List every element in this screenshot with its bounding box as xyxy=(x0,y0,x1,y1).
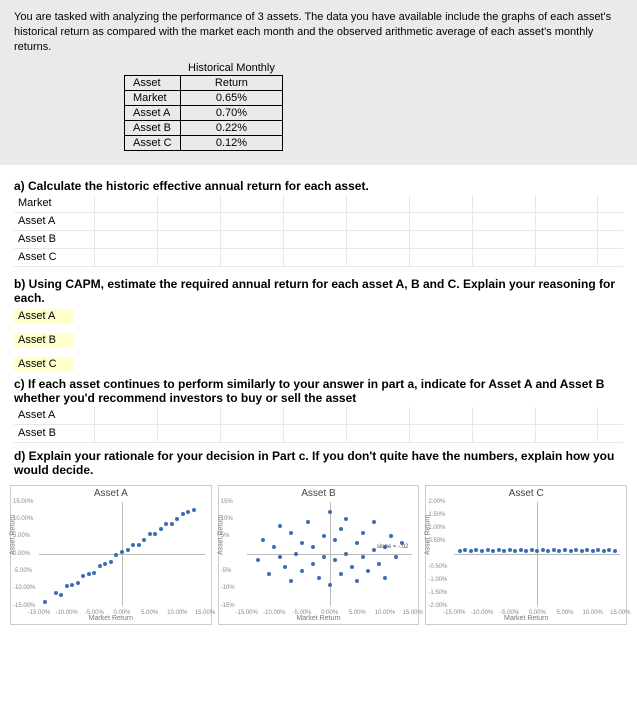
asset-name: Market xyxy=(125,90,181,105)
charts-row: Asset A Asset Return Market Return 15.00… xyxy=(0,479,637,635)
answer-label: Market xyxy=(14,195,94,212)
asset-name: Asset A xyxy=(125,105,181,120)
problem-statement: You are tasked with analyzing the perfor… xyxy=(0,0,637,165)
answer-label: Asset B xyxy=(14,333,74,347)
answer-b-b: Asset B xyxy=(14,333,623,347)
answer-label: Asset A xyxy=(14,213,94,230)
col-return-header1: Historical Monthly xyxy=(180,61,283,76)
answer-label: Asset B xyxy=(14,425,94,442)
chart-title: Asset B xyxy=(219,486,419,499)
chart-xlabel: Market Return xyxy=(296,615,340,622)
returns-table-wrap: Historical Monthly Asset Return Market0.… xyxy=(124,61,623,151)
chart-title: Asset A xyxy=(11,486,211,499)
returns-table: Historical Monthly Asset Return Market0.… xyxy=(124,61,283,151)
asset-name: Asset C xyxy=(125,135,181,150)
table-row: Asset C0.12% xyxy=(125,135,283,150)
asset-value: 0.65% xyxy=(180,90,283,105)
question-d: d) Explain your rationale for your decis… xyxy=(14,449,623,477)
answer-label: Asset A xyxy=(14,309,74,323)
asset-value: 0.22% xyxy=(180,120,283,135)
plot-area-a: 15.00%10.00%5.00%0.00%-5.00%-10.00%-15.0… xyxy=(39,502,205,606)
questions-section: a) Calculate the historic effective annu… xyxy=(0,165,637,479)
col-asset-spacer xyxy=(125,61,181,76)
table-row: Asset A0.70% xyxy=(125,105,283,120)
asset-value: 0.12% xyxy=(180,135,283,150)
col-asset-header: Asset xyxy=(125,75,181,90)
plot-area-c: 2.00%1.50%1.00%0.50%-0.50%-1.00%-1.50%-2… xyxy=(454,502,620,606)
chart-asset-c: Asset C Asset Return Market Return 2.00%… xyxy=(425,485,627,625)
col-return-header2: Return xyxy=(180,75,283,90)
answer-b-a: Asset A xyxy=(14,309,623,323)
answer-label: Asset C xyxy=(14,249,94,266)
asset-name: Asset B xyxy=(125,120,181,135)
chart-xlabel: Market Return xyxy=(89,615,133,622)
asset-value: 0.70% xyxy=(180,105,283,120)
plot-area-b: 15%10%5%-5%-10%-15%-15.00%-10.00%-5.00%0… xyxy=(247,502,413,606)
question-b: b) Using CAPM, estimate the required ann… xyxy=(14,277,623,305)
question-a: a) Calculate the historic effective annu… xyxy=(14,179,623,193)
question-c: c) If each asset continues to perform si… xyxy=(14,377,623,405)
answer-label: Asset B xyxy=(14,231,94,248)
chart-ylabel: Asset Return xyxy=(425,514,432,554)
table-row: Market0.65% xyxy=(125,90,283,105)
answer-label: Asset C xyxy=(14,357,74,371)
chart-asset-b: Asset B Asset Return Market Return 15%10… xyxy=(218,485,420,625)
chart-asset-a: Asset A Asset Return Market Return 15.00… xyxy=(10,485,212,625)
answer-b-c: Asset C xyxy=(14,357,623,371)
chart-title: Asset C xyxy=(426,486,626,499)
answer-label: Asset A xyxy=(14,407,94,424)
answer-grid-c: Asset A Asset B xyxy=(14,407,623,443)
answer-grid-a: Market Asset A Asset B Asset C xyxy=(14,195,623,267)
intro-text: You are tasked with analyzing the perfor… xyxy=(14,10,623,55)
chart-xlabel: Market Return xyxy=(504,615,548,622)
table-row: Asset B0.22% xyxy=(125,120,283,135)
